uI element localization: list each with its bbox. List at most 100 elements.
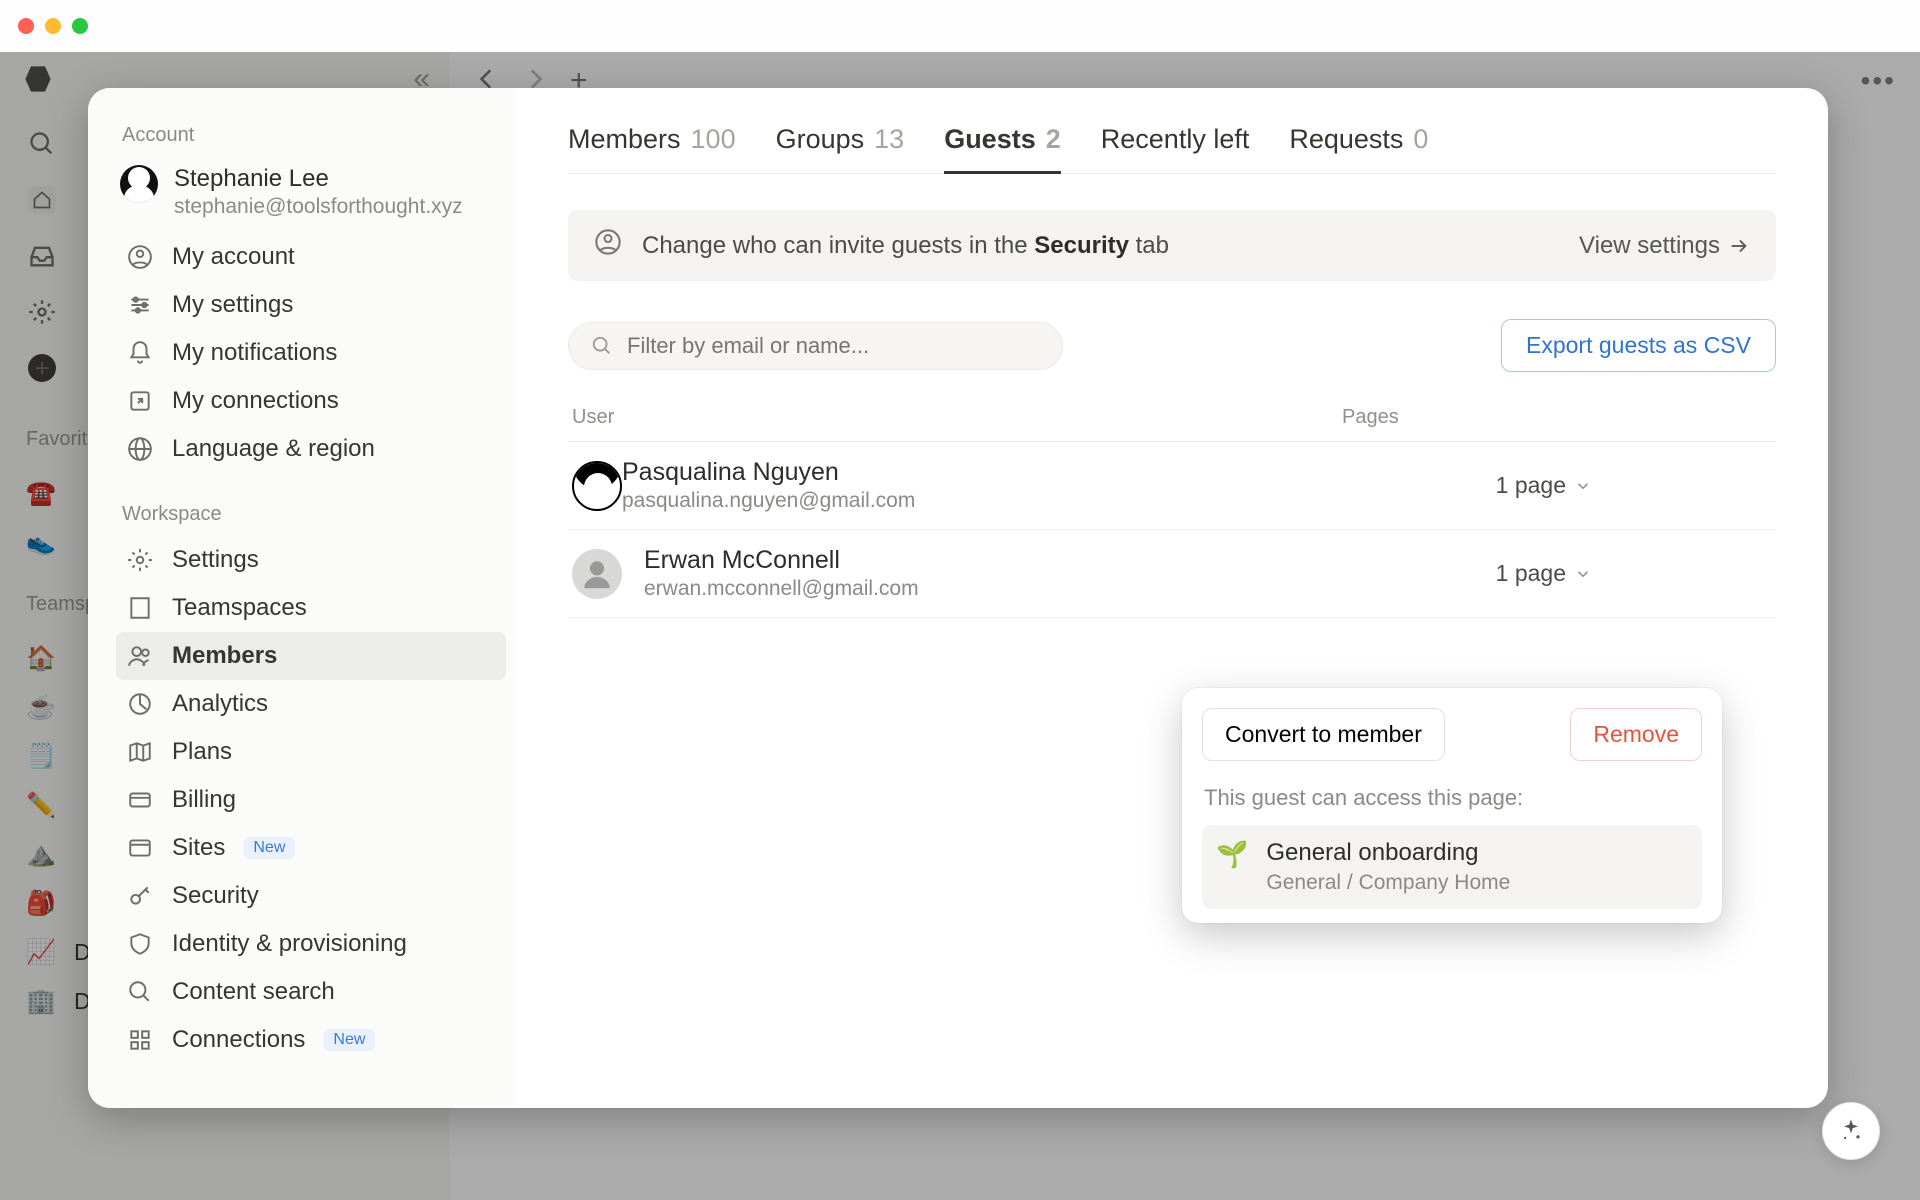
tab-label: Members (568, 124, 681, 157)
sidebar-item-label: Plans (172, 738, 232, 766)
guest-avatar-icon (572, 549, 622, 599)
guest-pages-dropdown[interactable]: 1 page (1496, 472, 1772, 499)
page-emoji-icon: 🌱 (1216, 839, 1248, 870)
sidebar-item-identity[interactable]: Identity & provisioning (116, 920, 506, 968)
tab-count: 2 (1046, 124, 1061, 155)
sliders-icon (126, 292, 154, 318)
tab-label: Recently left (1101, 124, 1250, 157)
sidebar-item-teamspaces[interactable]: Teamspaces (116, 584, 506, 632)
people-icon (126, 643, 154, 669)
guest-name: Erwan McConnell (644, 546, 919, 575)
user-avatar-icon (120, 165, 158, 203)
sidebar-item-settings[interactable]: Settings (116, 536, 506, 584)
tab-count: 13 (874, 124, 904, 157)
tab-requests[interactable]: Requests0 (1289, 124, 1428, 173)
minimize-window[interactable] (45, 18, 61, 34)
sidebar-item-billing[interactable]: Billing (116, 776, 506, 824)
settings-sidebar: Account Stephanie Lee stephanie@toolsfor… (88, 88, 516, 1108)
sidebar-item-my-settings[interactable]: My settings (116, 281, 506, 329)
sidebar-item-label: Identity & provisioning (172, 930, 407, 958)
section-account-label: Account (122, 124, 506, 147)
tab-members[interactable]: Members 100 (568, 124, 736, 173)
accessible-page-item[interactable]: 🌱 General onboarding General / Company H… (1202, 825, 1702, 909)
grid-icon (126, 1027, 154, 1053)
sidebar-item-language[interactable]: Language & region (116, 425, 506, 473)
pages-count: 1 page (1496, 560, 1566, 587)
tab-guests[interactable]: Guests 2 (944, 124, 1061, 174)
guest-row[interactable]: Pasqualina Nguyen pasqualina.nguyen@gmai… (568, 442, 1776, 530)
sidebar-item-label: My notifications (172, 339, 337, 367)
building-icon (126, 595, 154, 621)
access-label: This guest can access this page: (1204, 785, 1700, 811)
sidebar-item-label: My account (172, 243, 295, 271)
sidebar-item-my-notifications[interactable]: My notifications (116, 329, 506, 377)
guest-pages-dropdown[interactable]: 1 page (1496, 560, 1772, 587)
page-breadcrumb: General / Company Home (1266, 871, 1510, 895)
guest-name: Pasqualina Nguyen (622, 458, 915, 487)
table-header: User Pages (568, 406, 1776, 442)
chevron-down-icon (1574, 565, 1592, 583)
convert-to-member-button[interactable]: Convert to member (1202, 708, 1445, 761)
view-settings-link[interactable]: View settings (1579, 232, 1750, 260)
settings-modal: Account Stephanie Lee stephanie@toolsfor… (88, 88, 1828, 1108)
person-circle-icon (594, 228, 622, 263)
ai-fab-button[interactable] (1822, 1102, 1880, 1160)
pages-count: 1 page (1496, 472, 1566, 499)
chevron-down-icon (1574, 477, 1592, 495)
sidebar-item-members[interactable]: Members (116, 632, 506, 680)
sidebar-item-label: Connections (172, 1026, 305, 1054)
arrow-box-icon (126, 388, 154, 414)
sidebar-item-label: Sites (172, 834, 225, 862)
tab-groups[interactable]: Groups 13 (776, 124, 905, 173)
tabs: Members 100 Groups 13 Guests 2 Recently lef… (568, 124, 1776, 174)
window-titlebar (0, 0, 1920, 52)
sidebar-item-my-account[interactable]: My account (116, 233, 506, 281)
guest-email: erwan.mcconnell@gmail.com (644, 577, 919, 601)
banner-text: Change who can invite guests in the Secu… (642, 232, 1169, 260)
sidebar-item-label: Teamspaces (172, 594, 307, 622)
view-settings-label: View settings (1579, 232, 1720, 260)
guest-email: pasqualina.nguyen@gmail.com (622, 489, 915, 513)
sidebar-item-label: Language & region (172, 435, 375, 463)
close-window[interactable] (18, 18, 34, 34)
new-badge: New (243, 837, 295, 859)
sidebar-item-label: My connections (172, 387, 339, 415)
sidebar-item-label: Security (172, 882, 259, 910)
sidebar-item-label: Billing (172, 786, 236, 814)
guest-row[interactable]: Erwan McConnell erwan.mcconnell@gmail.co… (568, 530, 1776, 618)
tab-count: 100 (691, 124, 736, 157)
map-icon (126, 739, 154, 765)
guest-pages-popover: Convert to member Remove This guest can … (1182, 688, 1722, 923)
tab-label: Requests (1289, 124, 1403, 157)
sidebar-item-security[interactable]: Security (116, 872, 506, 920)
account-icon (126, 244, 154, 270)
current-user[interactable]: Stephanie Lee stephanie@toolsforthought.… (116, 157, 506, 233)
tab-label: Groups (776, 124, 865, 157)
tab-recently-left[interactable]: Recently left (1101, 124, 1250, 173)
browser-icon (126, 835, 154, 861)
sidebar-item-label: Analytics (172, 690, 268, 718)
sidebar-item-label: Content search (172, 978, 335, 1006)
sidebar-item-plans[interactable]: Plans (116, 728, 506, 776)
sidebar-item-my-connections[interactable]: My connections (116, 377, 506, 425)
sidebar-item-sites[interactable]: Sites New (116, 824, 506, 872)
sidebar-item-analytics[interactable]: Analytics (116, 680, 506, 728)
guest-avatar-icon (572, 461, 622, 511)
sidebar-item-content-search[interactable]: Content search (116, 968, 506, 1016)
sidebar-item-label: My settings (172, 291, 293, 319)
security-banner: Change who can invite guests in the Secu… (568, 210, 1776, 281)
gear-icon (126, 547, 154, 573)
card-icon (126, 787, 154, 813)
traffic-lights (18, 18, 88, 34)
remove-guest-button[interactable]: Remove (1570, 708, 1702, 761)
zoom-window[interactable] (72, 18, 88, 34)
filter-input-wrap[interactable] (568, 322, 1063, 370)
filter-input[interactable] (627, 333, 1040, 359)
sidebar-item-connections[interactable]: Connections New (116, 1016, 506, 1064)
export-csv-button[interactable]: Export guests as CSV (1501, 319, 1776, 372)
section-workspace-label: Workspace (122, 503, 506, 526)
chart-icon (126, 691, 154, 717)
page-title: General onboarding (1266, 839, 1510, 867)
tab-label: Guests (944, 124, 1036, 155)
search-icon (591, 335, 613, 357)
